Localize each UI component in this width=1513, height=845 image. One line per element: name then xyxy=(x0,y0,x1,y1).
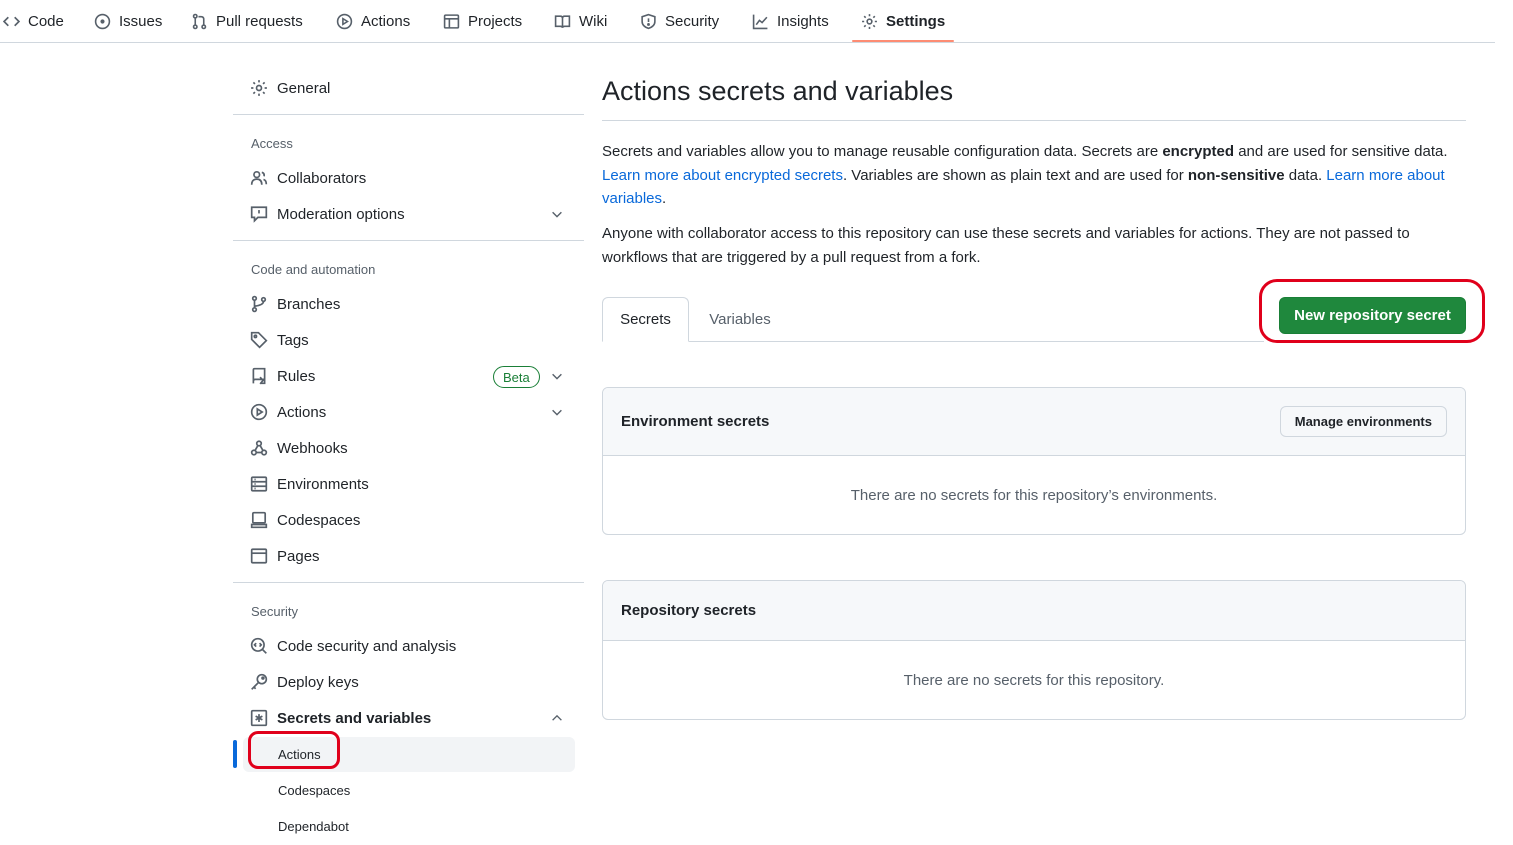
sidebar-item-code-security[interactable]: Code security and analysis xyxy=(250,634,456,658)
codescan-icon xyxy=(250,637,267,654)
repository-secrets-empty: There are no secrets for this repository… xyxy=(903,671,1165,689)
sidebar-item-deploy-keys[interactable]: Deploy keys xyxy=(250,670,359,694)
codespaces-icon xyxy=(250,511,268,529)
tab-settings[interactable]: Settings xyxy=(861,0,945,42)
page-title: Actions secrets and variables xyxy=(602,76,954,106)
sidebar-item-webhooks[interactable]: Webhooks xyxy=(250,436,348,460)
tab-code[interactable]: Code xyxy=(3,0,64,42)
repo-push-icon xyxy=(252,367,266,385)
environment-secrets-title: Environment secrets xyxy=(621,413,770,430)
chevron-down-icon[interactable] xyxy=(550,369,564,383)
play-icon xyxy=(250,403,268,421)
tab-secrets[interactable]: Secrets xyxy=(602,297,689,342)
sidebar-item-rules[interactable]: Rules xyxy=(250,364,315,388)
server-icon xyxy=(250,476,268,492)
sidebar-divider xyxy=(233,240,584,241)
graph-icon xyxy=(752,14,768,29)
tab-issues[interactable]: Issues xyxy=(94,0,162,42)
panel-header: Repository secrets xyxy=(603,581,1465,641)
chevron-up-icon[interactable] xyxy=(550,711,564,725)
sidebar-item-secrets-variables[interactable]: Secrets and variables xyxy=(250,706,431,730)
sidebar-item-collaborators[interactable]: Collaborators xyxy=(250,166,366,190)
environment-secrets-empty: There are no secrets for this repository… xyxy=(850,486,1218,504)
people-icon xyxy=(250,170,268,185)
description-secrets: Secrets and variables allow you to manag… xyxy=(602,143,1448,207)
pull-request-icon xyxy=(192,13,207,29)
play-icon xyxy=(336,13,353,29)
active-indicator xyxy=(233,740,237,768)
chevron-down-icon[interactable] xyxy=(550,405,564,419)
chevron-down-icon[interactable] xyxy=(550,207,564,221)
tab-insights[interactable]: Insights xyxy=(752,0,829,42)
sidebar-divider xyxy=(233,582,584,583)
sidebar-item-branches[interactable]: Branches xyxy=(250,292,340,316)
panel-header: Environment secrets Manage environments xyxy=(603,388,1465,456)
asterisk-icon xyxy=(250,709,268,727)
environment-secrets-panel: Environment secrets Manage environments … xyxy=(602,387,1466,535)
sidebar-heading-security: Security xyxy=(251,604,298,619)
sidebar-item-environments[interactable]: Environments xyxy=(250,472,369,496)
code-icon xyxy=(3,16,20,26)
branch-icon xyxy=(251,295,267,313)
key-icon xyxy=(251,673,268,690)
repository-secrets-panel: Repository secrets There are no secrets … xyxy=(602,580,1466,720)
description-collaborators: Anyone with collaborator access to this … xyxy=(602,225,1410,266)
browser-icon xyxy=(250,548,268,564)
highlight-new-secret xyxy=(1259,279,1485,343)
repo-nav: Code Issues Pull requests Actions Projec… xyxy=(0,0,1495,43)
tag-icon xyxy=(250,331,268,349)
highlight-actions-subitem xyxy=(248,731,340,769)
issue-opened-icon xyxy=(94,13,111,29)
sidebar-item-pages[interactable]: Pages xyxy=(250,544,320,568)
beta-badge: Beta xyxy=(493,366,540,388)
learn-more-secrets-link[interactable]: Learn more about encrypted secrets xyxy=(602,167,843,184)
manage-environments-button[interactable]: Manage environments xyxy=(1279,406,1447,437)
tab-pull-requests[interactable]: Pull requests xyxy=(191,0,303,42)
sidebar-heading-access: Access xyxy=(251,136,293,151)
tab-wiki[interactable]: Wiki xyxy=(554,0,607,42)
sidebar-item-codespaces[interactable]: Codespaces xyxy=(250,508,360,532)
sidebar-divider xyxy=(233,114,584,115)
sidebar-item-general[interactable]: General xyxy=(250,76,330,100)
sidebar-heading-code-automation: Code and automation xyxy=(251,262,376,277)
report-icon xyxy=(250,206,268,223)
sidebar-item-moderation[interactable]: Moderation options xyxy=(250,202,405,226)
tab-variables[interactable]: Variables xyxy=(696,297,784,342)
book-icon xyxy=(554,14,571,28)
tab-actions[interactable]: Actions xyxy=(336,0,410,42)
gear-icon xyxy=(251,80,267,96)
gear-icon xyxy=(862,13,877,29)
shield-icon xyxy=(641,13,656,29)
table-icon xyxy=(443,13,460,29)
tab-security[interactable]: Security xyxy=(640,0,719,42)
sidebar-item-actions[interactable]: Actions xyxy=(250,400,326,424)
webhook-icon xyxy=(250,440,268,456)
title-divider xyxy=(602,120,1466,121)
tab-projects[interactable]: Projects xyxy=(443,0,522,42)
active-tab-underline xyxy=(852,40,954,42)
sidebar-subitem-codespaces[interactable]: Codespaces xyxy=(278,783,350,798)
repository-secrets-title: Repository secrets xyxy=(621,602,757,619)
sidebar-item-tags[interactable]: Tags xyxy=(250,328,309,352)
sidebar-subitem-dependabot[interactable]: Dependabot xyxy=(278,819,349,834)
